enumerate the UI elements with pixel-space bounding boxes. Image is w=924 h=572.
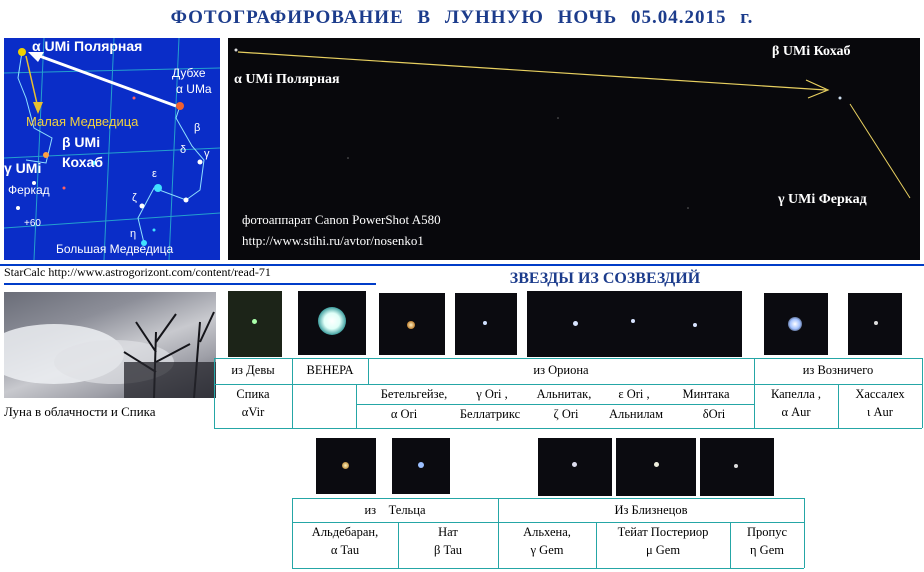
moon-photo (4, 292, 216, 398)
label-aldebaran: Альдебаран, (311, 525, 379, 539)
label-zeta-ori: ζ Ori (553, 407, 579, 421)
thumb-propus (700, 438, 774, 496)
label-spica: Спика (236, 387, 270, 401)
label-mintaka: Минтака (682, 387, 730, 401)
map-label-gamma-umi: γ UMi (4, 160, 42, 176)
label-capella: Капелла , (770, 387, 822, 401)
thumb-orion-belt (527, 291, 742, 357)
map-label-polaris: α UMi Полярная (32, 38, 143, 54)
divider (4, 283, 376, 285)
author-url: http://www.stihi.ru/avtor/nosenko1 (242, 233, 424, 248)
label-alnitak: Альнитак, (536, 387, 592, 401)
thumb-tejat (616, 438, 696, 496)
thumb-betelgeuse (379, 293, 445, 355)
map-label-beta: β (194, 122, 201, 134)
thumb-venus (298, 291, 366, 355)
thumb-nath (392, 438, 450, 494)
map-label-beta-umi: β UMi (62, 134, 101, 150)
map-label-kochab: Кохаб (62, 154, 103, 170)
sky-photo: α UMi Полярная β UMi Кохаб γ UMi Феркад … (228, 38, 920, 260)
label-propus: Пропус (746, 525, 787, 539)
thumb-bellatrix (455, 293, 517, 355)
map-label-ferkad: Феркад (8, 183, 50, 197)
label-virgo: из Девы (231, 363, 275, 377)
label-gamma-ori: γ Ori , (476, 387, 508, 401)
label-gemini: Из Близнецов (614, 503, 688, 517)
map-label-big-dipper: Большая Медведица (56, 242, 174, 256)
thumb-aldebaran (316, 438, 376, 494)
label-alpha-ori: α Ori (390, 407, 418, 421)
sky-label-polaris: α UMi Полярная (234, 72, 340, 87)
label-venus: ВЕНЕРА (306, 363, 354, 377)
moon-photo-trees (4, 311, 216, 398)
label-bellatrix: Беллатрикс (459, 407, 521, 421)
label-betelgeuse: Бетельгейзе, (380, 387, 448, 401)
label-tejat: Тейат Постериор (617, 525, 709, 539)
label-auriga: из Возничего (802, 363, 874, 377)
label-alpha-tau: α Tau (330, 543, 360, 557)
camera-label: фотоаппарат Canon PowerShot A580 (242, 212, 441, 227)
thumb-alhena (538, 438, 612, 496)
label-alpha-aur: α Aur (781, 405, 811, 419)
label-delta-ori: δOri (702, 407, 726, 421)
label-orion: из Ориона (533, 363, 589, 377)
label-hassaleh: Хассалех (855, 387, 905, 401)
source-citation: StarCalc http://www.astrogorizont.com/co… (4, 265, 271, 279)
label-iota-aur: ι Aur (867, 405, 893, 419)
label-nath: Нат (438, 525, 458, 539)
label-beta-tau: β Tau (433, 543, 463, 557)
map-label-dubhe: Дубхе (172, 66, 206, 80)
map-label-little-dipper: Малая Медведица (26, 114, 139, 129)
thumb-capella (764, 293, 828, 355)
thumb-spica (228, 291, 282, 357)
label-mu-gem: μ Gem (645, 543, 681, 557)
label-eta-gem: η Gem (750, 543, 784, 557)
map-label-delta: δ (180, 144, 187, 156)
map-label-gamma: γ (204, 148, 210, 160)
label-alnilam: Альнилам (608, 407, 664, 421)
thumb-hassaleh (848, 293, 902, 355)
label-gamma-gem: γ Gem (530, 543, 564, 557)
sky-label-ferkad: γ UMi Феркад (778, 192, 867, 207)
star-chart: α UMi Полярная Дубхе α UMa Малая Медведи… (4, 38, 220, 260)
sky-label-kochab: β UMi Кохаб (772, 44, 851, 59)
page-title: ФОТОГРАФИРОВАНИЕ В ЛУННУЮ НОЧЬ 05.04.201… (170, 7, 754, 28)
map-label-epsilon: ε (152, 168, 157, 180)
map-label-zeta: ζ (132, 192, 137, 204)
moon-caption: Луна в облачности и Спика (4, 404, 156, 419)
map-label-eta: η (130, 228, 137, 240)
label-eps-ori: ε Ori , (618, 387, 650, 401)
label-alpha-vir: αVir (241, 405, 265, 419)
section-heading: ЗВЕЗДЫ ИЗ СОЗВЕЗДИЙ (509, 270, 701, 287)
label-taurus: из Тельца (364, 503, 426, 517)
map-label-alpha-uma: α UMa (176, 82, 212, 96)
map-label-declination: +60 (24, 218, 41, 229)
label-alhena: Альхена, (523, 525, 571, 539)
